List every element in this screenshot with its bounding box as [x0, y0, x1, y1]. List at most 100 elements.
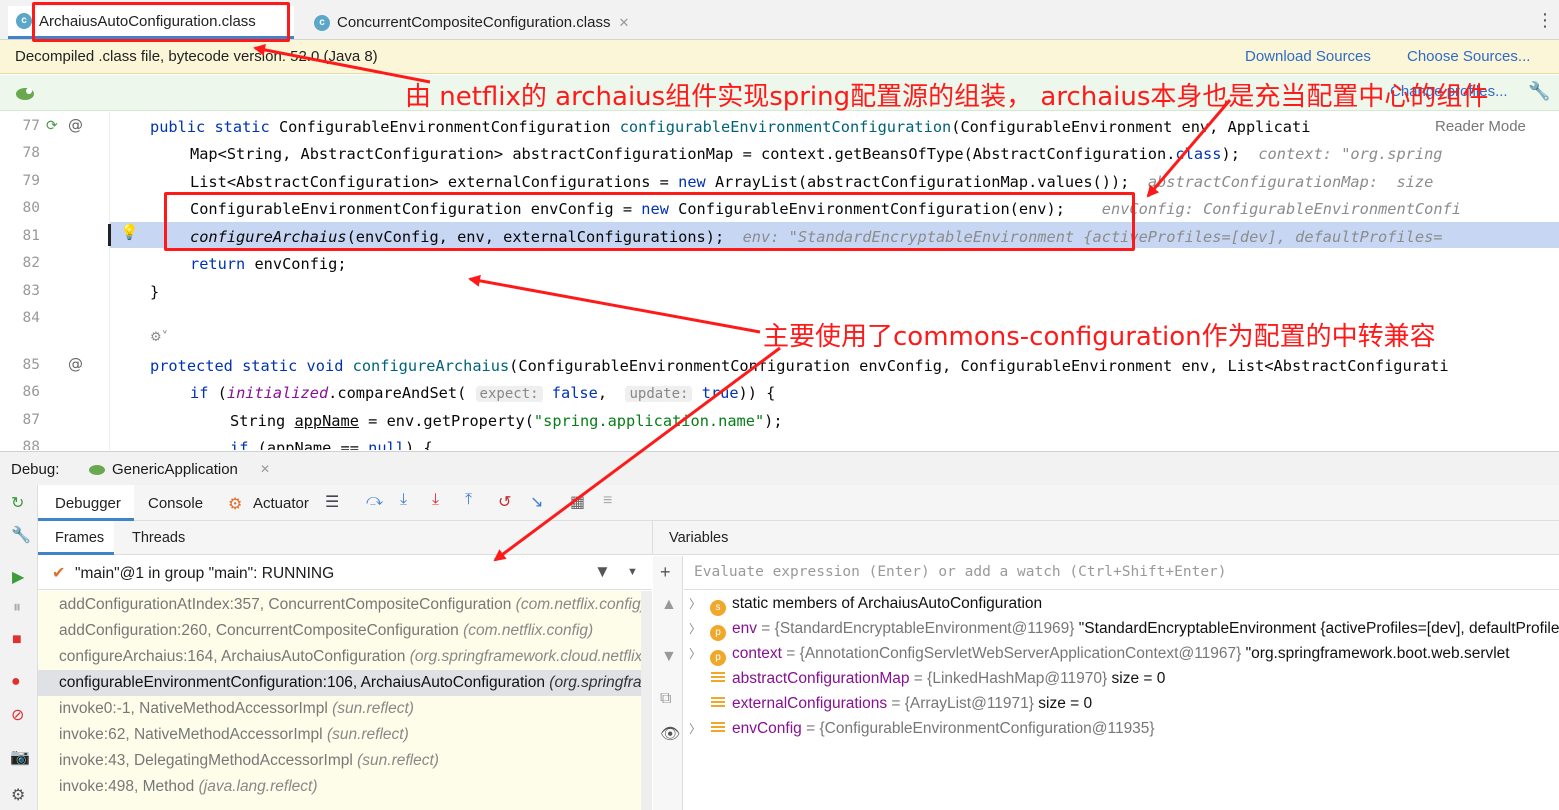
tab-console[interactable]: Console [148, 495, 203, 512]
variable-row[interactable]: externalConfigurations = {ArrayList@1197… [684, 691, 1559, 716]
stack-frame[interactable]: configureArchaius:164, ArchaiusAutoConfi… [38, 644, 652, 670]
variable-row[interactable]: 〉 p context = {AnnotationConfigServletWebS… [684, 641, 1559, 666]
variables-label: Variables [669, 530, 729, 546]
line-number: 77 [22, 118, 40, 134]
arrow-down-icon[interactable]: ▼ [661, 648, 677, 666]
code-line-83: } [150, 283, 160, 301]
settings-wrench-icon[interactable]: 🔧 [11, 525, 31, 545]
debugger-toolbar: Debugger Console ⚙ Actuator ☰ ⤼ ⤓ ⤓ ⤒ ↺ … [38, 485, 1559, 521]
menu-icon[interactable]: ☰ [325, 492, 339, 512]
stack-frame[interactable]: addConfigurationAtIndex:357, ConcurrentC… [38, 592, 652, 618]
stack-frame[interactable]: invoke:43, DelegatingMethodAccessorImpl … [38, 748, 652, 774]
tab-threads[interactable]: Threads [132, 530, 185, 546]
lightbulb-icon[interactable]: 💡 [120, 223, 139, 241]
camera-icon[interactable]: 📷 [10, 747, 30, 767]
line-number: 86 [22, 384, 40, 400]
drop-frame-icon[interactable]: ↺ [498, 492, 511, 512]
tab-actuator[interactable]: Actuator [253, 495, 309, 512]
stop-icon[interactable]: ■ [12, 631, 22, 649]
step-over-icon[interactable]: ⤼ [366, 492, 383, 510]
code-line-85: protected static void configureArchaius(… [150, 357, 1449, 375]
inline-debug-value: abstractConfigurationMap: size [1147, 173, 1434, 191]
run-to-cursor-icon[interactable]: ↘ [530, 492, 543, 512]
check-icon: ✔ [52, 565, 66, 582]
parameter-icon: p [710, 650, 726, 666]
tab-debugger[interactable]: Debugger [38, 485, 134, 521]
filter-icon[interactable]: ▼ [594, 562, 611, 582]
wrench-icon[interactable]: 🔧 [1528, 81, 1550, 102]
download-sources-link[interactable]: Download Sources [1245, 48, 1371, 65]
chevron-right-icon[interactable]: 〉 [684, 617, 706, 641]
debug-session-tab[interactable]: GenericApplication [112, 461, 238, 478]
stack-frame-selected[interactable]: configurableEnvironmentConfiguration:106… [38, 670, 652, 696]
tab-label: Debugger [55, 495, 121, 512]
inline-debug-value: envConfig: ConfigurableEnvironmentConfi [1101, 200, 1461, 218]
field-list-icon [711, 672, 725, 684]
tab-frames[interactable]: Frames [38, 521, 114, 555]
variable-row[interactable]: 〉 s static members of ArchaiusAutoConfigur… [684, 591, 1559, 616]
thread-selector[interactable]: ✔ "main"@1 in group "main": RUNNING ▼ ▼ [38, 556, 652, 590]
line-number: 85 [22, 357, 40, 373]
evaluate-placeholder: Evaluate expression (Enter) or add a wat… [694, 564, 1227, 580]
rerun-icon[interactable]: ↻ [11, 493, 24, 513]
chevron-right-icon[interactable]: 〉 [684, 717, 706, 741]
tab-label: ConcurrentCompositeConfiguration.class [337, 14, 611, 31]
code-line-87: String appName = env.getProperty("spring… [230, 412, 783, 430]
line-number: 81 [22, 228, 40, 244]
line-number: 87 [22, 412, 40, 428]
view-breakpoints-icon[interactable]: ● [11, 673, 21, 691]
caret-marker [108, 224, 111, 246]
code-line-79: List<AbstractConfiguration> externalConf… [190, 173, 1434, 191]
code-line-78: Map<String, AbstractConfiguration> abstr… [190, 145, 1443, 163]
step-into-icon[interactable]: ⤓ [400, 491, 407, 509]
mute-breakpoints-icon[interactable]: ⊘ [11, 705, 24, 725]
force-step-into-icon[interactable]: ⤓ [432, 491, 439, 509]
spring-bean-icon[interactable]: ⟳ [46, 118, 58, 134]
chevron-right-icon[interactable]: 〉 [684, 592, 706, 616]
resume-icon[interactable]: ▶ [12, 567, 24, 587]
close-icon[interactable]: ✕ [618, 15, 629, 31]
evaluate-icon[interactable]: ▦ [570, 492, 585, 512]
evaluate-expression-input[interactable]: Evaluate expression (Enter) or add a wat… [684, 556, 1559, 590]
variable-row[interactable]: 〉 p env = {StandardEncryptableEnvironment@… [684, 616, 1559, 641]
annotation-icon[interactable]: @ [68, 355, 83, 373]
line-number: 83 [22, 283, 40, 299]
add-watch-icon[interactable]: + [660, 562, 671, 583]
variables-panel-header: Variables [652, 521, 1559, 555]
code-line-88: if (appName == null) { [230, 439, 433, 450]
code-editor[interactable]: 77 78 79 80 81 82 83 84 85 86 87 88 ⟳ @ … [0, 112, 1559, 450]
close-icon[interactable]: ✕ [260, 462, 270, 476]
variable-row[interactable]: 〉 envConfig = {ConfigurableEnvironmentCon… [684, 716, 1559, 741]
stack-frame[interactable]: invoke0:-1, NativeMethodAccessorImpl (su… [38, 696, 652, 722]
chevron-right-icon[interactable]: 〉 [684, 642, 706, 666]
tab-concurrent-composite-configuration[interactable]: c ConcurrentCompositeConfiguration.class… [306, 6, 662, 39]
frames-panel-header: Frames Threads [38, 521, 652, 555]
eye-icon[interactable]: 👁 [660, 724, 680, 744]
annotation-box-code [164, 192, 1135, 251]
frames-scrollbar[interactable] [641, 591, 652, 810]
annotation-text-middle: 主要使用了commons-configuration作为配置的中转兼容 [763, 322, 1436, 352]
stack-frame[interactable]: addConfiguration:260, ConcurrentComposit… [38, 618, 652, 644]
spring-profile-icon [14, 84, 36, 102]
copy-icon[interactable]: ⧉ [660, 690, 671, 708]
trace-icon[interactable]: ≡ [603, 492, 612, 510]
class-icon: c [314, 14, 330, 31]
frames-list: addConfigurationAtIndex:357, ConcurrentC… [38, 591, 652, 810]
chevron-down-icon[interactable]: ▼ [627, 566, 638, 578]
annotation-icon[interactable]: @ [68, 116, 83, 134]
step-out-icon[interactable]: ⤒ [465, 491, 472, 509]
pause-icon[interactable]: ⏸ [13, 599, 21, 617]
annotation-box-tab [32, 2, 290, 42]
spring-app-icon [88, 462, 106, 476]
variable-row[interactable]: abstractConfigurationMap = {LinkedHashMa… [684, 666, 1559, 691]
reader-mode-toggle[interactable]: Reader Mode [1435, 118, 1530, 135]
gear-icon[interactable]: ⚙ [11, 785, 25, 805]
arrow-up-icon[interactable]: ▲ [661, 596, 677, 614]
more-options-icon[interactable]: ⋮ [1536, 10, 1554, 31]
decompiled-notice: Decompiled .class file, bytecode version… [15, 48, 378, 65]
stack-frame[interactable]: invoke:62, NativeMethodAccessorImpl (sun… [38, 722, 652, 748]
inlay-settings-icon[interactable]: ⚙˅ [150, 330, 168, 345]
stack-frame[interactable]: invoke:498, Method (java.lang.reflect) [38, 774, 652, 800]
choose-sources-link[interactable]: Choose Sources... [1407, 48, 1530, 65]
class-icon: c [16, 13, 32, 29]
